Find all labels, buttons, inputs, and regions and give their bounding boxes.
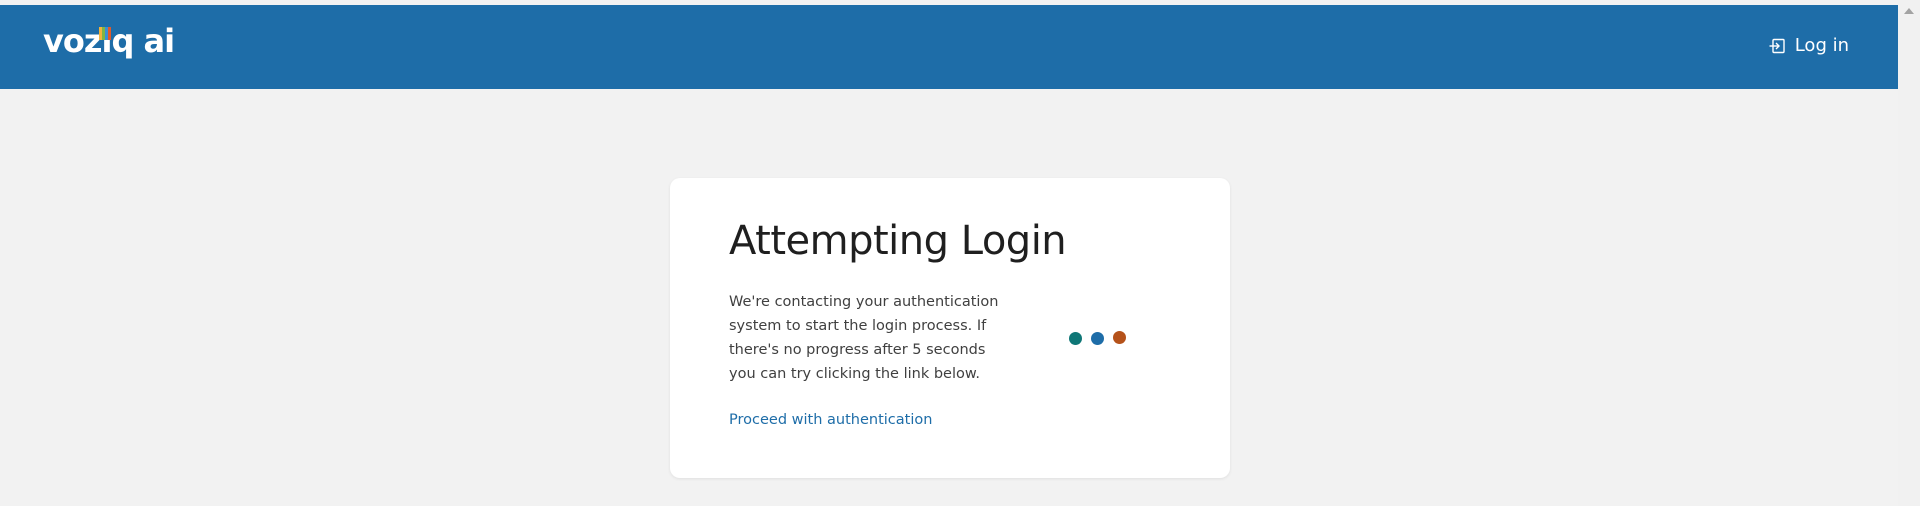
logo-mark-icon — [99, 27, 111, 40]
login-label: Log in — [1794, 35, 1849, 56]
card-title: Attempting Login — [729, 218, 1067, 264]
loading-indicator — [1069, 331, 1126, 345]
proceed-authentication-link[interactable]: Proceed with authentication — [729, 412, 932, 428]
loading-dot-2 — [1091, 332, 1104, 345]
loading-dot-1 — [1069, 332, 1082, 345]
login-status-card: Attempting Login We're contacting your a… — [670, 178, 1230, 478]
vertical-scrollbar[interactable] — [1898, 0, 1920, 506]
loading-dot-3 — [1113, 331, 1126, 344]
card-description: We're contacting your authentication sys… — [729, 294, 999, 382]
page: voziq ai Log in Attempting Login We're c… — [0, 0, 1920, 506]
scroll-up-arrow-icon[interactable] — [1904, 8, 1914, 14]
voziq-logo[interactable]: voziq ai — [43, 25, 175, 57]
login-button[interactable]: Log in — [1768, 35, 1849, 56]
top-nav-bar: voziq ai Log in — [0, 5, 1898, 89]
sign-in-icon — [1769, 38, 1785, 53]
